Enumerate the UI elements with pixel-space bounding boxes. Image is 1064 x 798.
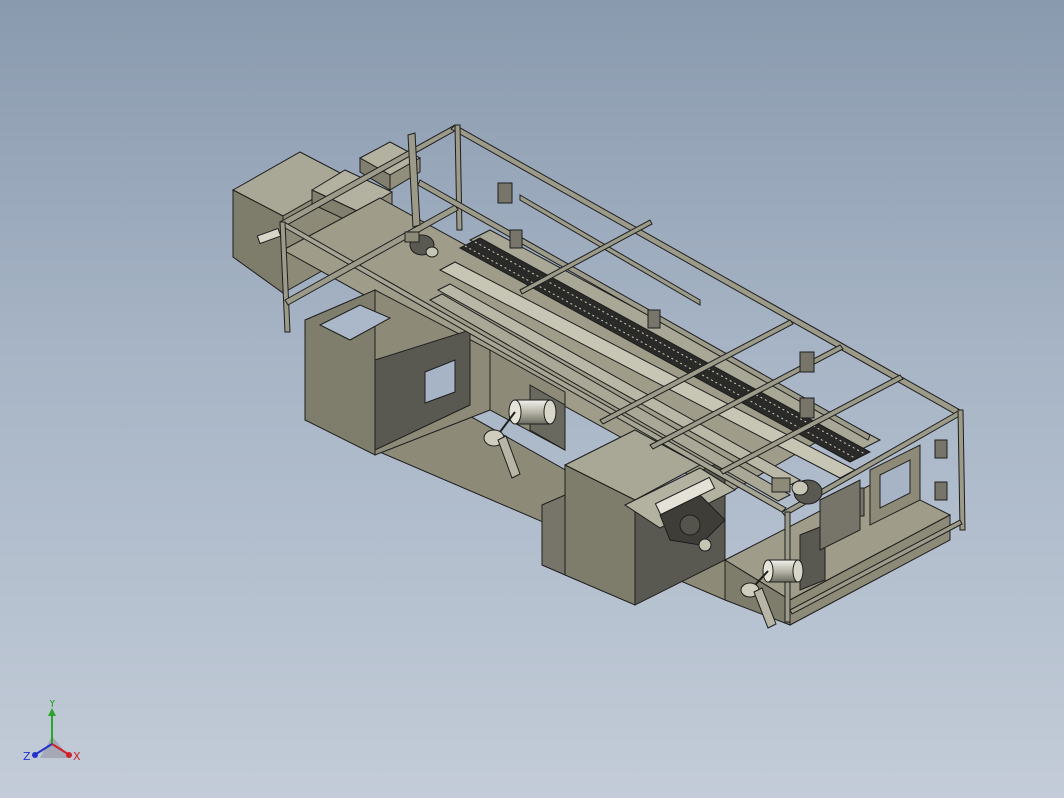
view-orientation-triad[interactable]: Y Z X (14, 700, 94, 770)
x-axis-label: X (73, 750, 81, 763)
x-axis-tip-icon (66, 752, 72, 758)
cad-3d-viewport[interactable]: Y Z X (0, 0, 1064, 798)
machine-assembly-model[interactable] (0, 0, 1064, 798)
z-axis-tip-icon (32, 752, 38, 758)
y-axis-label: Y (48, 700, 56, 710)
z-axis-label: Z (23, 750, 31, 763)
